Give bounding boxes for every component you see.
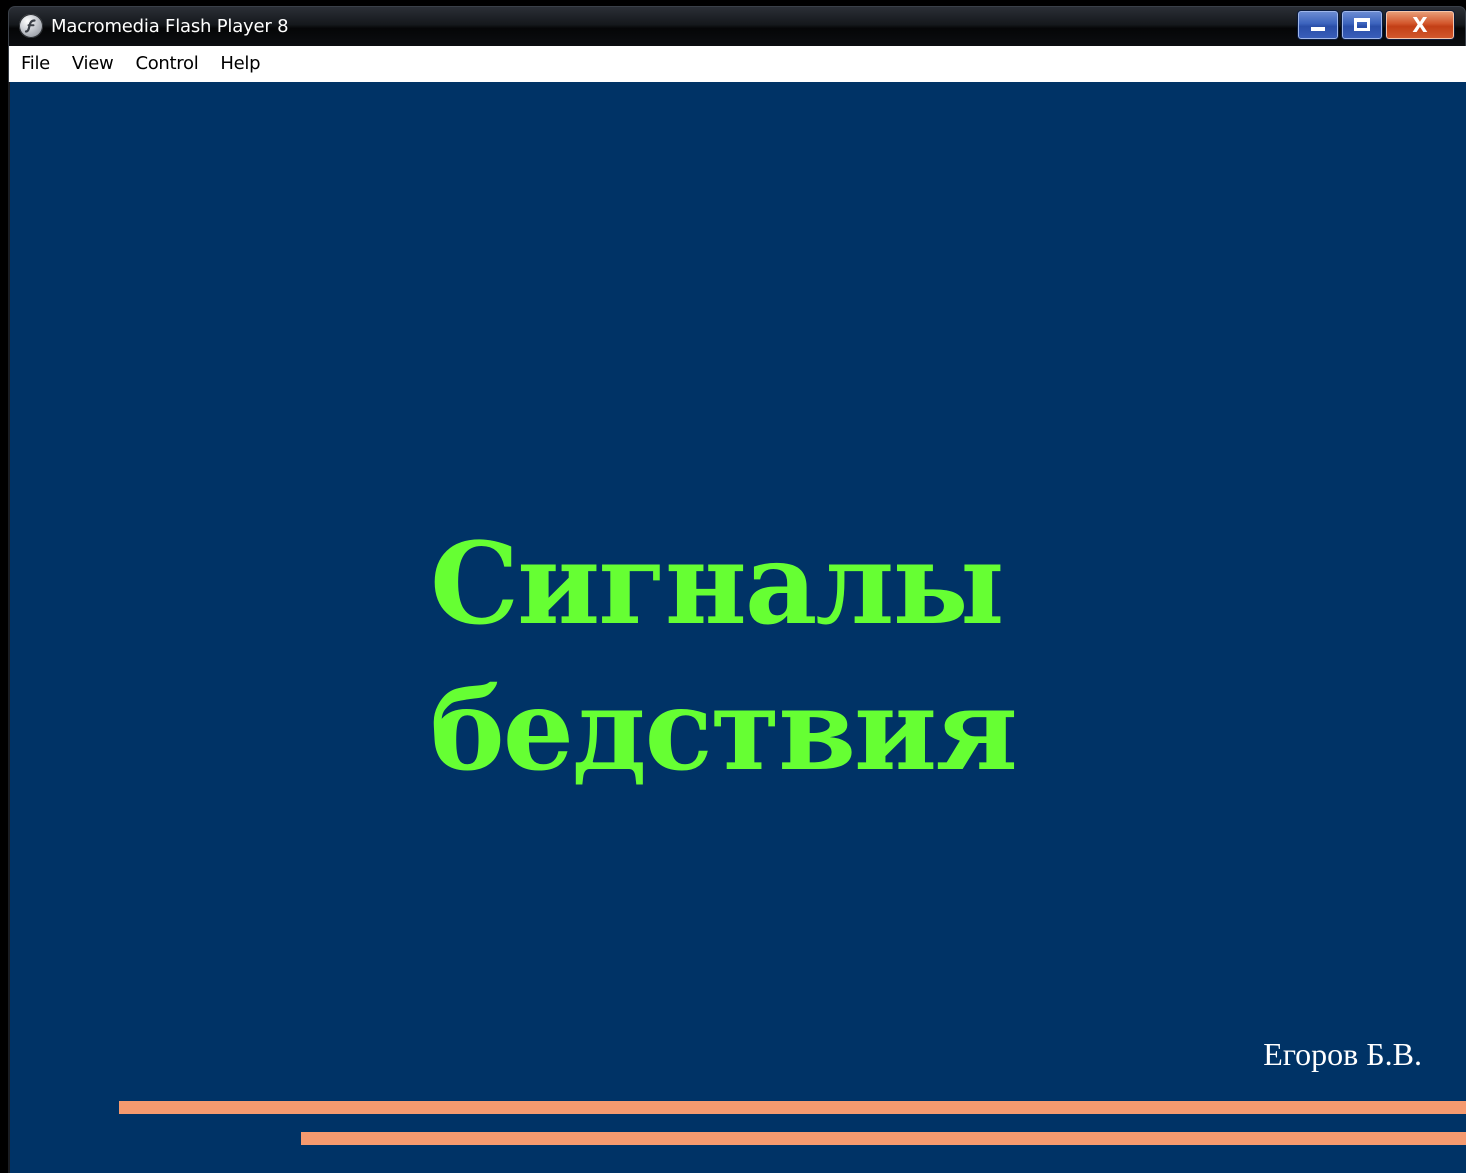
menu-control[interactable]: Control — [125, 46, 208, 82]
title-bar[interactable]: Macromedia Flash Player 8 X — [8, 6, 1466, 46]
minimize-icon — [1311, 27, 1325, 31]
menu-file[interactable]: File — [11, 46, 60, 82]
slide-title-line-1: Сигналы — [430, 519, 1005, 650]
flash-player-window: Macromedia Flash Player 8 X File View Co… — [0, 0, 1466, 1173]
menu-bar: File View Control Help — [8, 46, 1466, 82]
menu-help[interactable]: Help — [210, 46, 270, 82]
minimize-button[interactable] — [1297, 10, 1339, 40]
slide-title-line-2: бедствия — [430, 665, 1018, 796]
close-icon: X — [1412, 13, 1428, 37]
close-button[interactable]: X — [1385, 10, 1455, 40]
menu-view[interactable]: View — [62, 46, 124, 82]
decorative-stripe-upper — [119, 1101, 1466, 1114]
window-controls: X — [1297, 10, 1455, 42]
slide-title: Сигналы бедствия — [430, 512, 1130, 804]
window-title: Macromedia Flash Player 8 — [51, 16, 289, 37]
author-name: Егоров Б.В. — [1263, 1036, 1422, 1072]
flash-stage[interactable]: Сигналы бедствия Егоров Б.В. — [8, 82, 1466, 1173]
flash-player-icon[interactable] — [19, 14, 43, 38]
maximize-icon — [1354, 18, 1370, 31]
decorative-stripe-lower — [301, 1132, 1466, 1145]
maximize-button[interactable] — [1341, 10, 1383, 40]
